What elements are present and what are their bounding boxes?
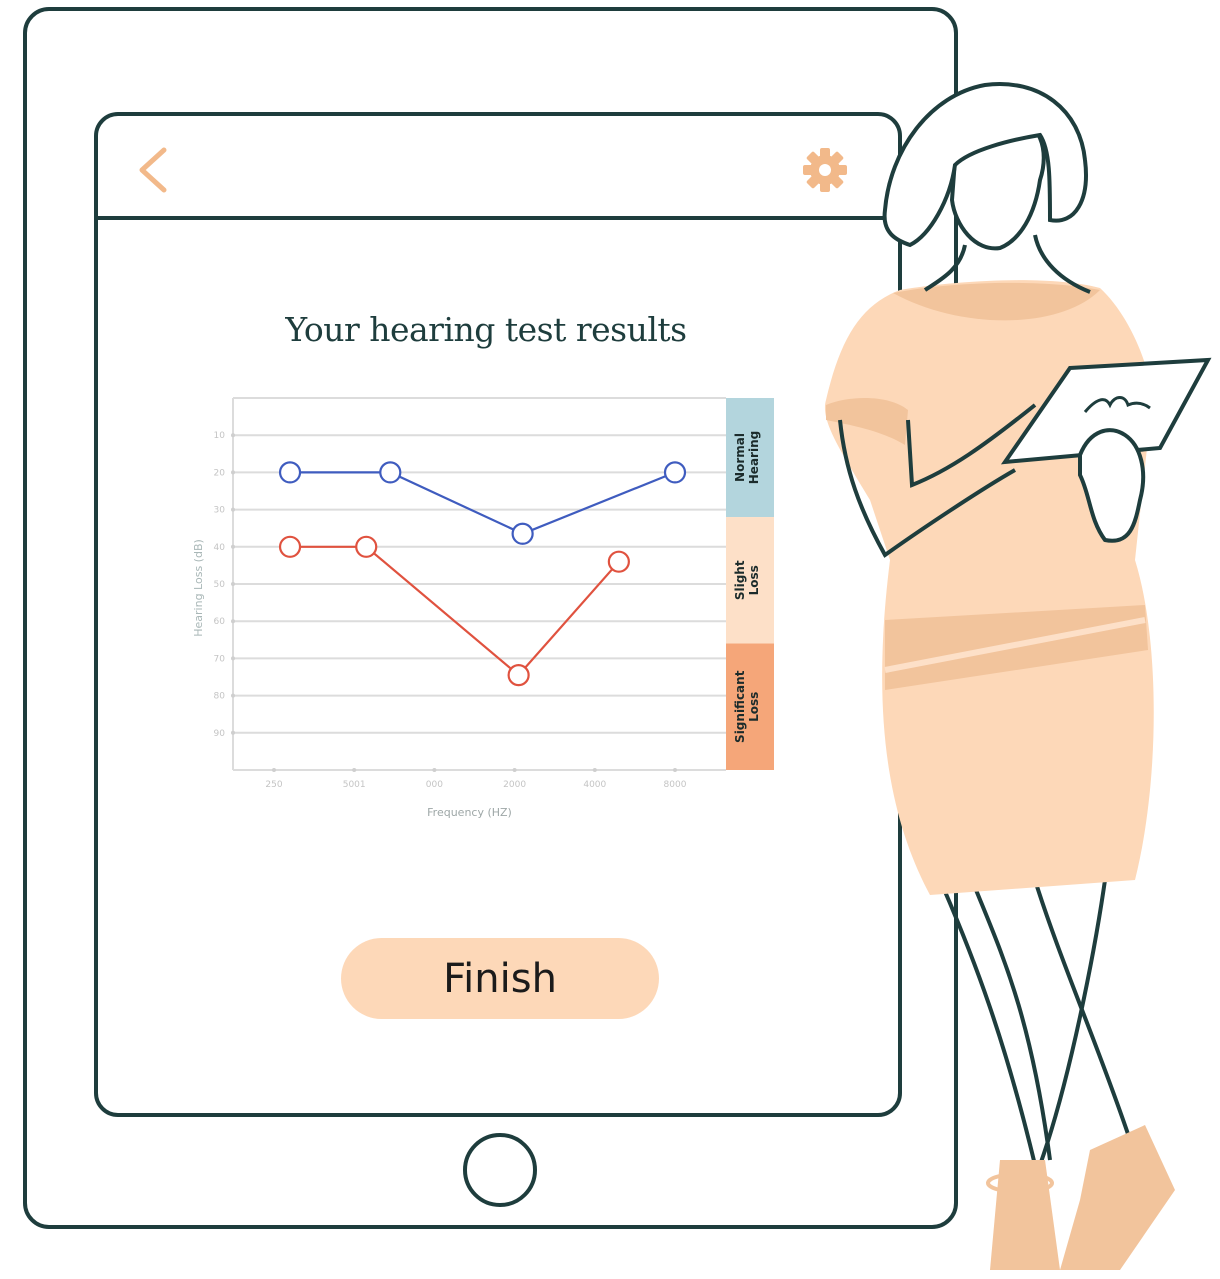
- illustration-background: [23, 7, 1212, 1270]
- finish-button[interactable]: Finish: [341, 938, 659, 1019]
- gear-icon: [803, 148, 847, 192]
- home-button[interactable]: [463, 1133, 537, 1207]
- chevron-left-icon: [139, 147, 167, 193]
- back-button[interactable]: [132, 146, 176, 194]
- page-title: Your hearing test results: [285, 310, 687, 349]
- settings-button[interactable]: [802, 147, 848, 193]
